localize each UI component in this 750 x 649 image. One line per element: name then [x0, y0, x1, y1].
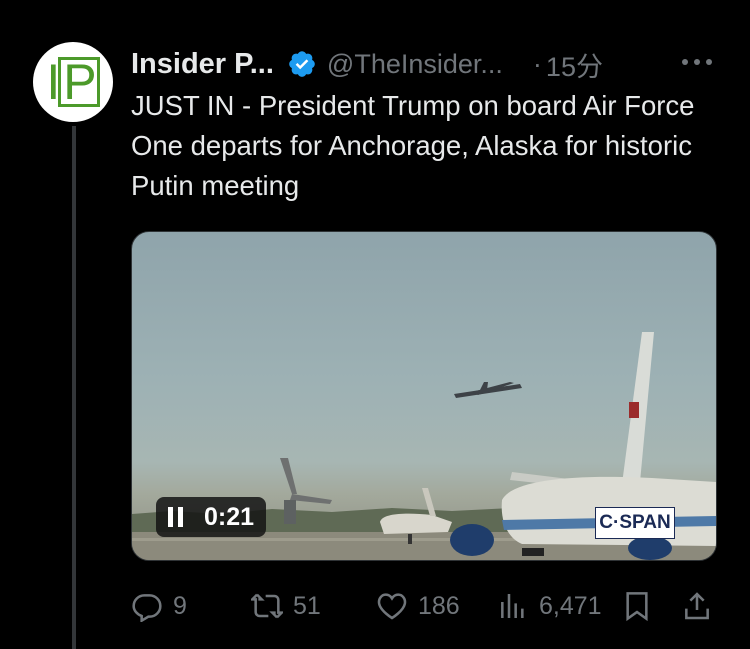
author-name[interactable]: Insider P...: [131, 48, 274, 81]
playback-control[interactable]: 0:21: [156, 497, 267, 537]
retweet-button[interactable]: 51: [251, 585, 321, 627]
tweet-text: JUST IN - President Trump on board Air F…: [131, 90, 695, 201]
avatar-logo: IP: [46, 57, 100, 107]
retweet-icon: [251, 593, 283, 619]
retweet-count: 51: [293, 591, 321, 620]
tweet-time[interactable]: 15分: [546, 45, 603, 84]
action-bar: 9 51 186 6,471: [131, 585, 716, 627]
share-icon: [685, 592, 709, 620]
view-count: 6,471: [539, 591, 602, 620]
bookmark-icon: [626, 592, 648, 622]
pause-icon[interactable]: [168, 507, 186, 527]
separator-dot: ·: [532, 48, 542, 79]
reply-count: 9: [173, 591, 187, 620]
avatar[interactable]: IP: [33, 42, 113, 122]
more-options-icon[interactable]: [680, 52, 714, 72]
cspan-watermark: C·SPAN: [595, 507, 675, 539]
bookmark-button[interactable]: [621, 585, 653, 627]
video-player[interactable]: 0:21 C·SPAN: [131, 231, 717, 561]
like-count: 186: [418, 591, 460, 620]
reply-icon: [132, 594, 162, 622]
verified-badge-icon[interactable]: [287, 49, 317, 79]
share-button[interactable]: [681, 585, 713, 627]
reply-button[interactable]: 9: [131, 585, 187, 627]
tweet-header: Insider P... @TheInsider... · 15分: [131, 44, 603, 84]
like-button[interactable]: 186: [376, 585, 460, 627]
video-duration: 0:21: [204, 502, 255, 531]
views-button[interactable]: 6,471: [497, 585, 602, 627]
author-handle[interactable]: @TheInsider...: [327, 49, 503, 80]
heart-icon: [377, 593, 407, 620]
views-chart-icon: [501, 594, 524, 618]
thread-line: [72, 126, 76, 649]
